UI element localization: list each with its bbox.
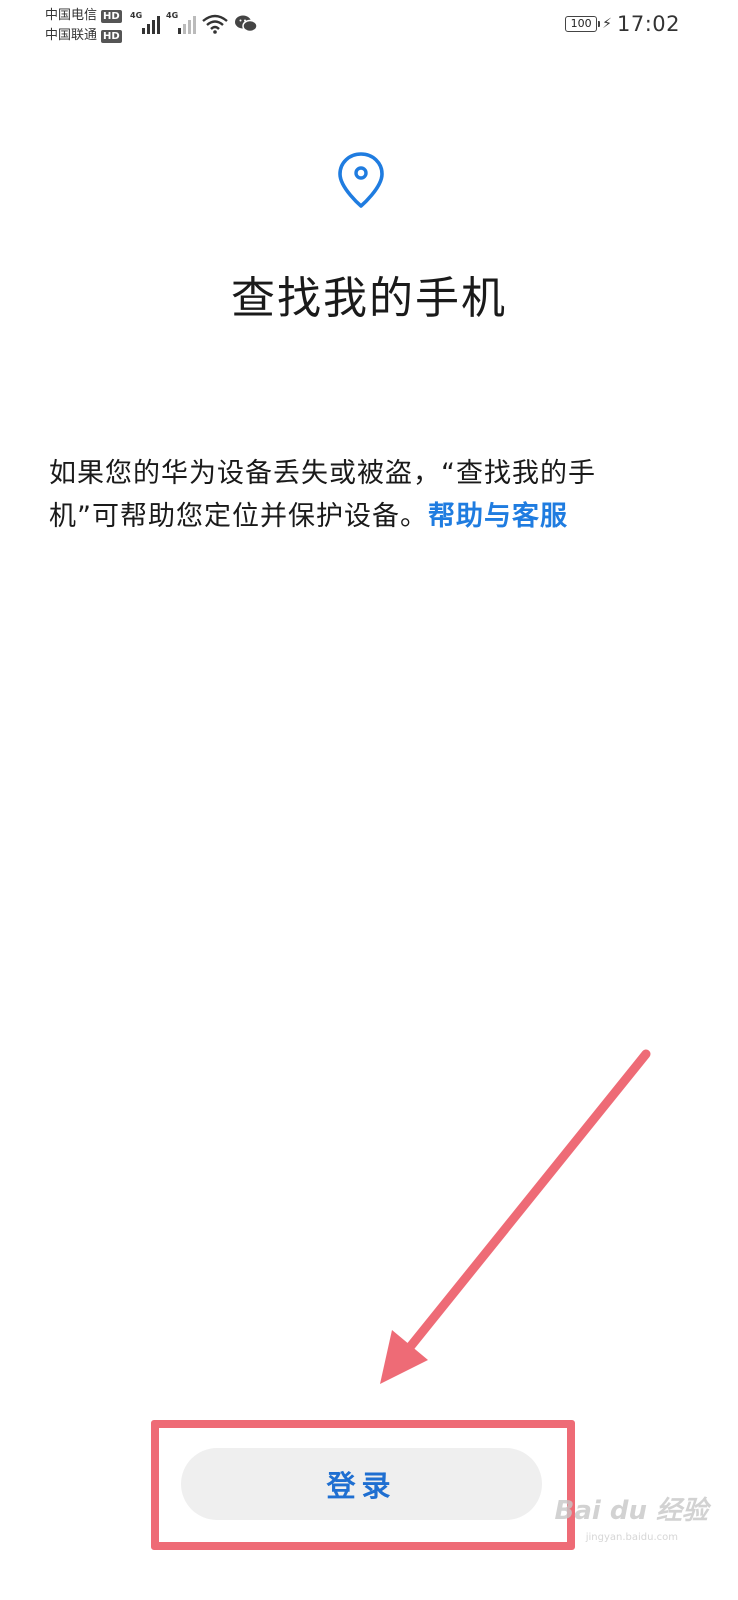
wifi-icon [202, 14, 228, 34]
network-type-label: 4G [166, 11, 179, 20]
location-pin-icon [338, 152, 384, 208]
watermark-logo: Bai du 经验 [554, 1496, 709, 1526]
login-button[interactable]: 登录 [181, 1448, 542, 1520]
status-right: 100 ⚡ 17:02 [565, 12, 680, 36]
network-type-label: 4G [130, 11, 143, 20]
hd-badge: HD [101, 9, 122, 23]
help-link[interactable]: 帮助与客服 [428, 501, 568, 532]
carrier-name-1: 中国电信 [45, 8, 98, 23]
status-bar: 中国电信 HD 中国联通 HD 4G 4G 100 ⚡ 17:02 [0, 0, 738, 50]
carrier-name-2: 中国联通 [45, 28, 98, 43]
carrier-info: 中国电信 HD 中国联通 HD [45, 6, 122, 46]
hd-badge: HD [101, 29, 122, 43]
wechat-icon [235, 15, 258, 33]
signal-indicators: 4G 4G [130, 12, 258, 34]
annotation-arrow [380, 1049, 651, 1384]
description: 如果您的华为设备丢失或被盗，“查找我的手机”可帮助您定位并保护设备。帮助与客服 [49, 452, 649, 538]
clock: 17:02 [616, 12, 680, 36]
page-title: 查找我的手机 [231, 273, 507, 324]
signal-icon: 4G [166, 12, 196, 34]
signal-icon: 4G [130, 12, 160, 34]
watermark-url: jingyan.baidu.com [585, 1532, 678, 1543]
charging-icon: ⚡ [602, 16, 612, 32]
battery-icon: 100 [565, 16, 601, 32]
